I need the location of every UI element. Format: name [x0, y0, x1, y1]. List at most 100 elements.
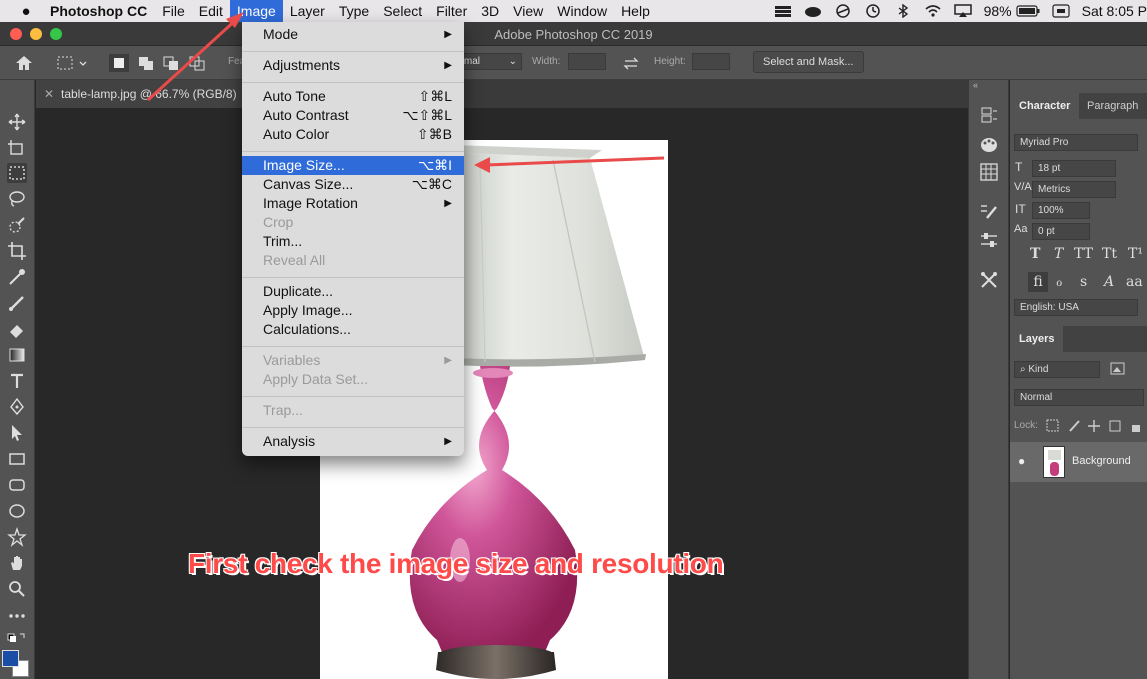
keyboard-icon[interactable]: [1052, 4, 1070, 18]
faux-italic-icon[interactable]: T: [1054, 246, 1063, 262]
move-tool-icon[interactable]: [7, 112, 27, 132]
ligatures-button[interactable]: fi: [1028, 272, 1048, 292]
marquee-preset-icon[interactable]: [56, 54, 90, 72]
swap-icon[interactable]: [622, 54, 640, 72]
brush-settings-icon[interactable]: [979, 202, 999, 222]
lasso-tool-icon[interactable]: [7, 189, 27, 209]
quick-selection-tool-icon[interactable]: [7, 215, 27, 235]
image-filter-icon[interactable]: [1110, 362, 1126, 376]
stack-icon[interactable]: [774, 4, 792, 18]
all-caps-icon[interactable]: TT: [1074, 246, 1093, 262]
cloud-icon[interactable]: [804, 4, 822, 18]
tools-panel-icon[interactable]: [979, 270, 999, 290]
home-icon[interactable]: [14, 54, 34, 72]
battery-icon[interactable]: [1016, 4, 1040, 18]
path-selection-tool-icon[interactable]: [7, 423, 27, 443]
menu-image[interactable]: Image: [229, 0, 283, 22]
menu-item-canvas-size[interactable]: Canvas Size... ⌥⌘C: [242, 175, 464, 194]
selection-mode-icons[interactable]: [108, 54, 208, 72]
select-and-mask-button[interactable]: Select and Mask...: [753, 51, 864, 73]
swash-icon[interactable]: s: [1080, 274, 1087, 290]
history-panel-icon[interactable]: [979, 106, 999, 126]
menu-item-auto-contrast[interactable]: Auto Contrast ⌥⇧⌘L: [242, 106, 464, 125]
menu-select[interactable]: Select: [376, 0, 429, 22]
tab-character[interactable]: Character: [1010, 93, 1080, 119]
collapse-panels-icon[interactable]: «: [973, 80, 978, 90]
menu-item-apply-image[interactable]: Apply Image...: [242, 301, 464, 320]
menu-window[interactable]: Window: [550, 0, 614, 22]
menu-item-auto-color[interactable]: Auto Color ⇧⌘B: [242, 125, 464, 144]
foreground-color-swatch[interactable]: [2, 650, 19, 667]
eyedropper-tool-icon[interactable]: [7, 267, 27, 287]
vertical-scale-input[interactable]: 100%: [1032, 202, 1090, 219]
close-tab-icon[interactable]: ✕: [44, 80, 54, 108]
menu-3d[interactable]: 3D: [474, 0, 506, 22]
menu-item-adjustments[interactable]: Adjustments ▶: [242, 56, 464, 75]
kerning-dropdown[interactable]: Metrics: [1032, 181, 1116, 198]
custom-shape-tool-icon[interactable]: [7, 527, 27, 547]
document-tab[interactable]: ✕ table-lamp.jpg @ 66.7% (RGB/8): [36, 80, 256, 108]
pen-tool-icon[interactable]: [7, 397, 27, 417]
lock-options-icons[interactable]: [1046, 419, 1142, 433]
menu-item-duplicate[interactable]: Duplicate...: [242, 282, 464, 301]
menu-layer[interactable]: Layer: [283, 0, 332, 22]
more-tools-icon[interactable]: [7, 606, 27, 626]
ellipse-tool-icon[interactable]: [7, 501, 27, 521]
eraser-tool-icon[interactable]: [7, 319, 27, 339]
menu-filter[interactable]: Filter: [429, 0, 474, 22]
layer-filter-dropdown[interactable]: ⌕ Kind: [1014, 361, 1100, 378]
rectangle-tool-icon[interactable]: [7, 449, 27, 469]
faux-bold-icon[interactable]: T: [1030, 246, 1040, 262]
stylistic-alternates-icon[interactable]: A: [1104, 274, 1114, 290]
menu-view[interactable]: View: [506, 0, 550, 22]
time-machine-icon[interactable]: [864, 4, 882, 18]
artboard-tool-icon[interactable]: [7, 138, 27, 158]
color-panel-icon[interactable]: [979, 134, 999, 154]
swap-colors-icon[interactable]: [7, 630, 27, 650]
clock[interactable]: Sat 8:05 P: [1082, 3, 1147, 19]
language-dropdown[interactable]: English: USA: [1014, 299, 1138, 316]
titling-alternates-icon[interactable]: aa: [1126, 274, 1143, 290]
menu-item-mode[interactable]: Mode ▶: [242, 25, 464, 44]
tab-paragraph[interactable]: Paragraph: [1078, 93, 1147, 119]
font-size-dropdown[interactable]: 18 pt: [1032, 160, 1116, 177]
tab-layers[interactable]: Layers: [1010, 326, 1064, 352]
swatches-panel-icon[interactable]: [979, 162, 999, 182]
bluetooth-icon[interactable]: [894, 4, 912, 18]
menu-item-auto-tone[interactable]: Auto Tone ⇧⌘L: [242, 87, 464, 106]
menu-item-trim[interactable]: Trim...: [242, 232, 464, 251]
menu-item-calculations[interactable]: Calculations...: [242, 320, 464, 339]
circle-slash-icon[interactable]: [834, 4, 852, 18]
crop-tool-icon[interactable]: [7, 241, 27, 261]
layer-row-background[interactable]: ● Background: [1010, 442, 1147, 482]
width-input[interactable]: [568, 53, 606, 70]
airplay-icon[interactable]: [953, 4, 972, 18]
eye-icon[interactable]: ●: [1018, 454, 1025, 468]
brush-tool-icon[interactable]: [7, 293, 27, 313]
zoom-tool-icon[interactable]: [7, 579, 27, 599]
menu-file[interactable]: File: [155, 0, 192, 22]
font-family-dropdown[interactable]: Myriad Pro: [1014, 134, 1138, 151]
menu-item-label: Mode: [263, 26, 299, 42]
menu-help[interactable]: Help: [614, 0, 657, 22]
baseline-shift-input[interactable]: 0 pt: [1032, 223, 1090, 240]
gradient-tool-icon[interactable]: [7, 345, 27, 365]
app-name-menu[interactable]: Photoshop CC: [50, 3, 147, 19]
menu-item-image-rotation[interactable]: Image Rotation ▶: [242, 194, 464, 213]
old-style-icon[interactable]: ℴ: [1056, 274, 1062, 290]
apple-icon[interactable]: ●: [17, 3, 35, 20]
height-input[interactable]: [692, 53, 730, 70]
small-caps-icon[interactable]: Tt: [1102, 246, 1117, 262]
menu-edit[interactable]: Edit: [192, 0, 230, 22]
menu-type[interactable]: Type: [332, 0, 376, 22]
type-tool-icon[interactable]: [7, 371, 27, 391]
rounded-rect-tool-icon[interactable]: [7, 475, 27, 495]
blend-mode-dropdown[interactable]: Normal: [1014, 389, 1144, 406]
menu-item-analysis[interactable]: Analysis ▶: [242, 432, 464, 451]
hand-tool-icon[interactable]: [7, 553, 27, 573]
wifi-icon[interactable]: [924, 4, 942, 18]
adjustments-panel-icon[interactable]: [979, 230, 999, 250]
rectangular-marquee-tool-icon[interactable]: [7, 163, 27, 183]
superscript-icon[interactable]: T¹: [1128, 246, 1143, 262]
menu-item-image-size[interactable]: Image Size... ⌥⌘I: [242, 156, 464, 175]
